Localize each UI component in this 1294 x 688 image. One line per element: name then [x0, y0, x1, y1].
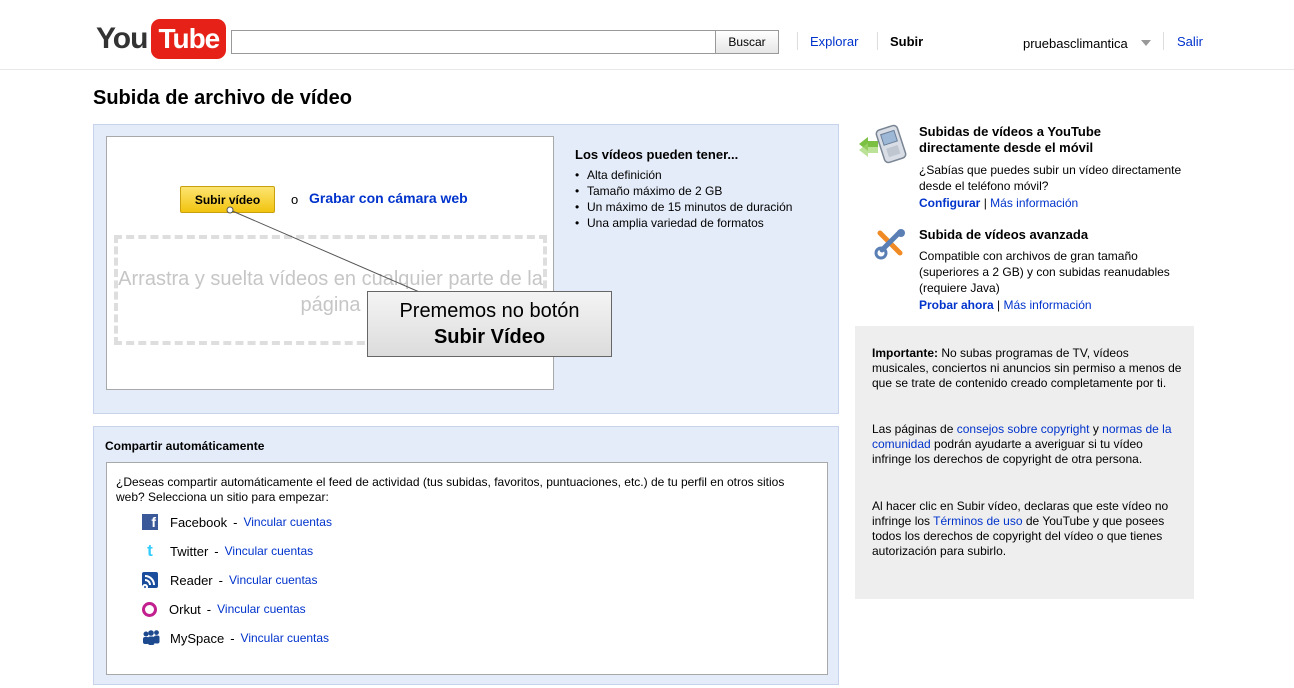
service-name: Reader	[170, 572, 213, 588]
separator: -	[230, 630, 235, 646]
logo-you-text: You	[96, 22, 148, 55]
mobile-phone-icon	[856, 124, 912, 167]
features-heading: Los vídeos pueden tener...	[575, 147, 739, 162]
link-facebook-account[interactable]: Vincular cuentas	[243, 515, 332, 529]
callout-line-2: Subir Vídeo	[433, 326, 546, 348]
feature-item: Tamaño máximo de 2 GB	[575, 183, 835, 199]
service-orkut: Orkut - Vincular cuentas	[142, 600, 306, 618]
service-twitter: t Twitter - Vincular cuentas	[142, 542, 313, 560]
link-myspace-account[interactable]: Vincular cuentas	[241, 631, 330, 645]
orkut-icon	[142, 601, 157, 617]
link-orkut-account[interactable]: Vincular cuentas	[217, 602, 306, 616]
share-box: ¿Deseas compartir automáticamente el fee…	[106, 462, 828, 675]
chevron-down-icon[interactable]	[1141, 40, 1151, 46]
feature-item: Alta definición	[575, 167, 835, 183]
video-features: Los vídeos pueden tener... Alta definici…	[575, 147, 835, 231]
configure-link[interactable]: Configurar	[919, 196, 980, 210]
mobile-upload-title: Subidas de vídeos a YouTube directamente…	[919, 124, 1102, 155]
myspace-icon	[142, 630, 160, 646]
header: You Tube Buscar Explorar Subir pruebascl…	[0, 0, 1294, 70]
nav-divider	[797, 32, 798, 50]
search-input[interactable]	[231, 30, 715, 54]
nav-divider	[877, 32, 878, 50]
service-name: MySpace	[170, 630, 225, 646]
notice-paragraph-2: Las páginas de consejos sobre copyright …	[872, 422, 1184, 467]
advanced-upload-links: Probar ahora | Más información	[919, 297, 1092, 313]
service-facebook: f Facebook - Vincular cuentas	[142, 513, 332, 531]
callout-line-1: Prememos no botón	[399, 300, 580, 322]
page-title: Subida de archivo de vídeo	[93, 87, 352, 109]
youtube-logo[interactable]: You Tube	[96, 18, 227, 60]
features-list: Alta definición Tamaño máximo de 2 GB Un…	[575, 167, 835, 231]
link-separator: |	[983, 196, 987, 210]
record-webcam-link[interactable]: Grabar con cámara web	[309, 190, 468, 206]
service-reader: Reader - Vincular cuentas	[142, 571, 318, 590]
copyright-notice: Importante: No subas programas de TV, ví…	[855, 326, 1194, 599]
auto-share-panel: Compartir automáticamente ¿Deseas compar…	[93, 426, 839, 685]
mobile-upload-block: Subidas de vídeos a YouTube directamente…	[854, 124, 1194, 214]
mobile-upload-text: ¿Sabías que puedes subir un vídeo direct…	[919, 163, 1182, 193]
advanced-upload-text: Compatible con archivos de gran tamaño (…	[919, 249, 1170, 295]
advanced-upload-block: Subida de vídeos avanzada Compatible con…	[854, 227, 1194, 317]
separator: -	[214, 543, 219, 559]
advanced-more-info-link[interactable]: Más información	[1004, 298, 1092, 312]
separator: -	[218, 572, 223, 588]
try-now-link[interactable]: Probar ahora	[919, 298, 994, 312]
notice-text: Las páginas de	[872, 422, 957, 436]
upload-video-button[interactable]: Subir vídeo	[180, 186, 275, 213]
feature-item: Una amplia variedad de formatos	[575, 215, 835, 231]
link-separator: |	[997, 298, 1001, 312]
search-button[interactable]: Buscar	[715, 30, 779, 54]
advanced-upload-title: Subida de vídeos avanzada	[919, 227, 1089, 242]
service-name: Facebook	[170, 514, 228, 530]
feature-item: Un máximo de 15 minutos de duración	[575, 199, 835, 215]
username-menu[interactable]: pruebasclimantica	[1023, 36, 1128, 51]
or-text: o	[291, 192, 299, 207]
upload-panel: Subir vídeo o Grabar con cámara web Arra…	[93, 124, 839, 414]
tools-icon	[874, 227, 908, 264]
service-name: Orkut	[169, 601, 201, 617]
link-reader-account[interactable]: Vincular cuentas	[229, 573, 318, 587]
logo-tube-text: Tube	[151, 19, 227, 59]
twitter-icon: t	[147, 541, 153, 560]
annotation-callout: Prememos no botón Subir Vídeo	[367, 291, 612, 357]
share-description: ¿Deseas compartir automáticamente el fee…	[116, 475, 785, 504]
separator: -	[233, 514, 238, 530]
service-myspace: MySpace - Vincular cuentas	[142, 629, 329, 647]
separator: -	[206, 601, 212, 617]
mobile-more-info-link[interactable]: Más información	[990, 196, 1078, 210]
mobile-upload-links: Configurar | Más información	[919, 195, 1078, 211]
reader-icon	[142, 572, 158, 590]
notice-important-label: Importante:	[872, 346, 938, 360]
copyright-tips-link[interactable]: consejos sobre copyright	[957, 422, 1090, 436]
nav-upload-link[interactable]: Subir	[890, 34, 923, 49]
share-heading: Compartir automáticamente	[105, 439, 265, 453]
nav-divider	[1163, 32, 1164, 50]
nav-explore-link[interactable]: Explorar	[810, 34, 858, 49]
service-name: Twitter	[170, 543, 209, 559]
notice-text: y	[1089, 422, 1103, 436]
terms-of-use-link[interactable]: Términos de uso	[933, 514, 1022, 528]
notice-paragraph-1: Importante: No subas programas de TV, ví…	[872, 346, 1184, 391]
facebook-icon: f	[142, 514, 158, 530]
link-twitter-account[interactable]: Vincular cuentas	[225, 544, 314, 558]
notice-paragraph-3: Al hacer clic en Subir vídeo, declaras q…	[872, 499, 1184, 559]
logout-link[interactable]: Salir	[1177, 34, 1203, 49]
